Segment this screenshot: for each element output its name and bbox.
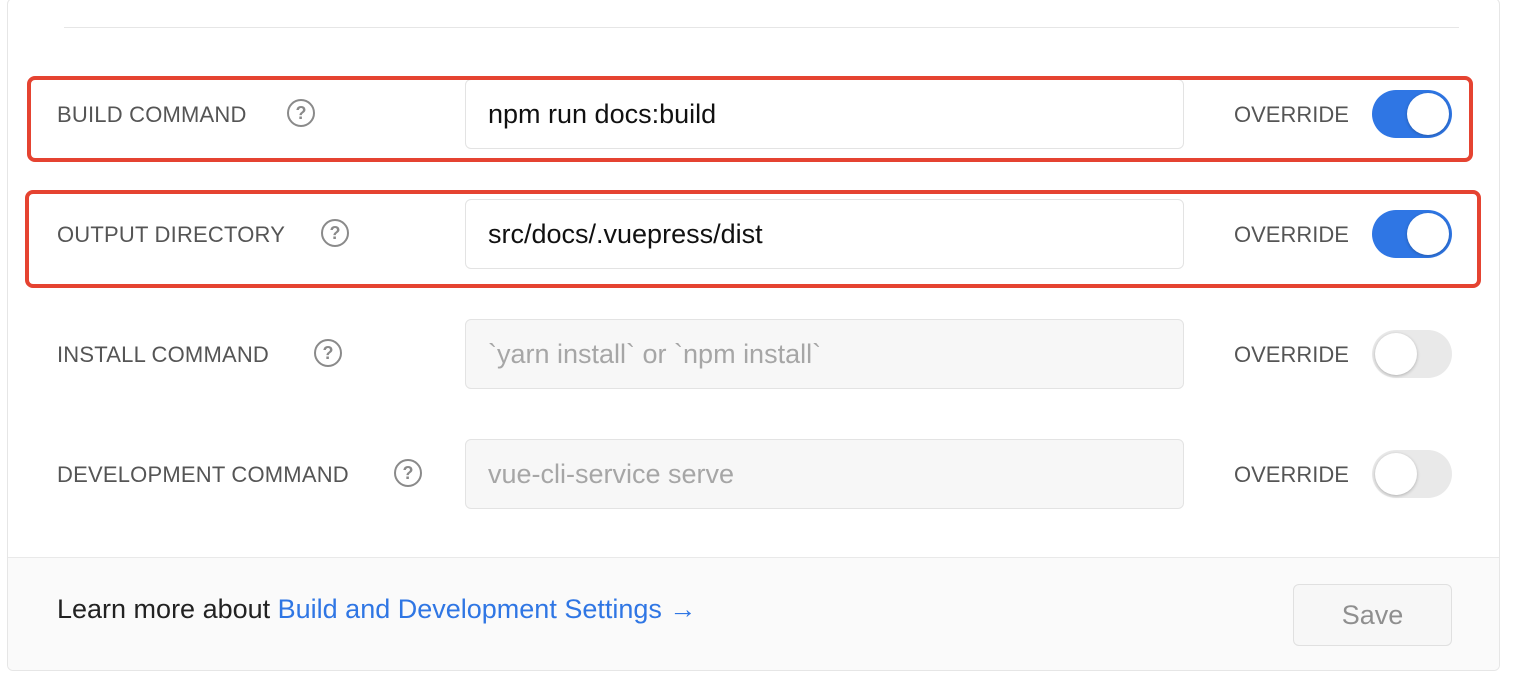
build-command-label: BUILD COMMAND (57, 102, 247, 127)
help-icon[interactable]: ? (314, 339, 342, 367)
override-label: OVERRIDE (1234, 102, 1349, 127)
override-label: OVERRIDE (1234, 342, 1349, 367)
save-button[interactable]: Save (1293, 584, 1452, 646)
development-command-override-toggle[interactable] (1372, 450, 1452, 498)
build-command-input[interactable]: npm run docs:build (465, 79, 1184, 149)
divider (64, 27, 1459, 28)
output-directory-override-toggle[interactable] (1372, 210, 1452, 258)
build-settings-docs-link[interactable]: Build and Development Settings → (278, 594, 697, 624)
install-command-override-toggle[interactable] (1372, 330, 1452, 378)
development-command-input[interactable]: vue-cli-service serve (465, 439, 1184, 509)
learn-more-prefix: Learn more about (57, 594, 278, 624)
help-icon[interactable]: ? (321, 219, 349, 247)
help-icon[interactable]: ? (394, 459, 422, 487)
install-command-input[interactable]: `yarn install` or `npm install` (465, 319, 1184, 389)
output-directory-input[interactable]: src/docs/.vuepress/dist (465, 199, 1184, 269)
install-command-label: INSTALL COMMAND (57, 342, 270, 367)
learn-more-text: Learn more about Build and Development S… (57, 594, 696, 625)
toggle-knob (1407, 93, 1449, 135)
help-icon[interactable]: ? (287, 99, 315, 127)
build-command-override-toggle[interactable] (1372, 90, 1452, 138)
toggle-knob (1375, 453, 1417, 495)
build-settings-card: BUILD COMMAND ? npm run docs:build OVERR… (7, 0, 1500, 671)
toggle-knob (1375, 333, 1417, 375)
development-command-label: DEVELOPMENT COMMAND (57, 462, 349, 487)
output-directory-row: OUTPUT DIRECTORY ? src/docs/.vuepress/di… (8, 199, 1499, 271)
toggle-knob (1407, 213, 1449, 255)
development-command-row: DEVELOPMENT COMMAND ? vue-cli-service se… (8, 439, 1499, 511)
override-label: OVERRIDE (1234, 222, 1349, 247)
build-command-row: BUILD COMMAND ? npm run docs:build OVERR… (8, 79, 1499, 151)
output-directory-label: OUTPUT DIRECTORY (57, 222, 286, 247)
install-command-row: INSTALL COMMAND ? `yarn install` or `npm… (8, 319, 1499, 391)
override-label: OVERRIDE (1234, 462, 1349, 487)
card-footer: Learn more about Build and Development S… (8, 557, 1499, 670)
